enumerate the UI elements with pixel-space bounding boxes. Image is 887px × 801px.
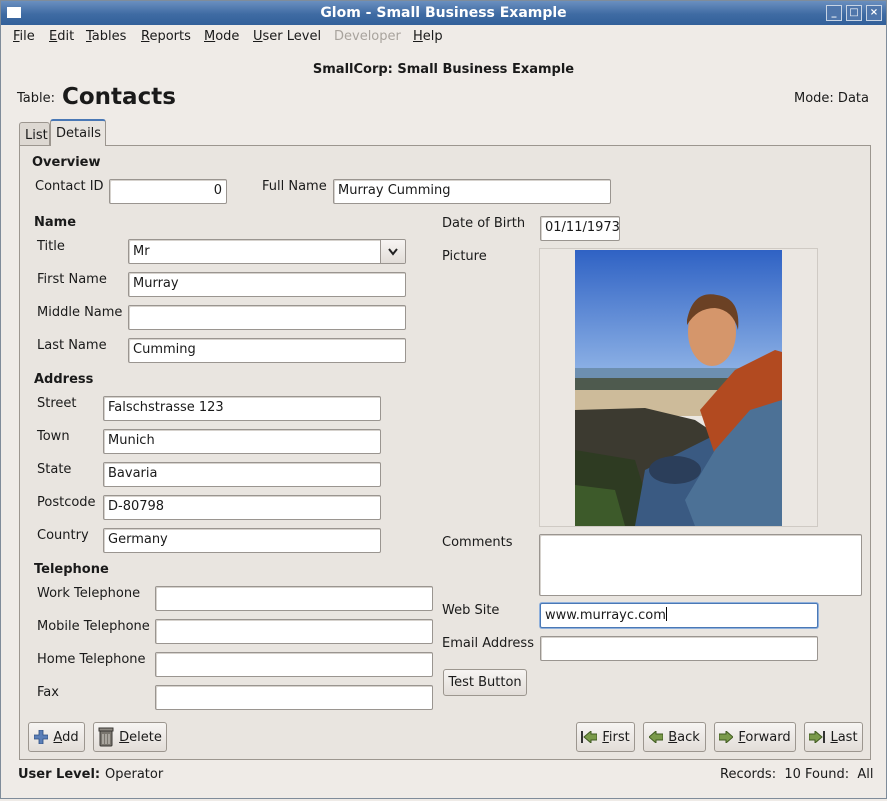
forward-button-label: Forward	[738, 729, 791, 745]
full-name-label: Full Name	[262, 179, 327, 194]
town-field[interactable]: Munich	[103, 429, 381, 454]
telephone-heading: Telephone	[34, 562, 109, 577]
picture-label: Picture	[442, 249, 487, 264]
user-level-status-value: Operator	[105, 767, 164, 782]
last-button-label: Last	[830, 729, 858, 745]
user-level-status-label: User Level:	[18, 767, 101, 782]
last-button[interactable]: Last	[804, 722, 863, 752]
name-heading: Name	[34, 215, 77, 230]
delete-button-label: Delete	[119, 729, 162, 745]
add-button[interactable]: Add	[28, 722, 85, 752]
go-first-icon	[581, 731, 598, 743]
middle-name-label: Middle Name	[37, 305, 123, 320]
trash-icon	[98, 727, 114, 747]
details-panel: Overview Contact ID 0 Full Name Murray C…	[19, 145, 871, 760]
test-button[interactable]: Test Button	[443, 669, 527, 696]
first-button[interactable]: First	[576, 722, 635, 752]
email-label: Email Address	[442, 636, 534, 651]
middle-name-field[interactable]	[128, 305, 406, 330]
website-label: Web Site	[442, 603, 500, 618]
fax-label: Fax	[37, 685, 59, 700]
country-field[interactable]: Germany	[103, 528, 381, 553]
street-field[interactable]: Falschstrasse 123	[103, 396, 381, 421]
back-button[interactable]: Back	[643, 722, 706, 752]
dob-label: Date of Birth	[442, 216, 526, 231]
first-name-field[interactable]: Murray	[128, 272, 406, 297]
contact-id-label: Contact ID	[35, 179, 104, 194]
title-label: Title	[37, 239, 65, 254]
home-telephone-label: Home Telephone	[37, 652, 146, 667]
title-combo[interactable]: Mr	[128, 239, 406, 264]
country-label: Country	[37, 528, 89, 543]
last-name-field[interactable]: Cumming	[128, 338, 406, 363]
fax-field[interactable]	[155, 685, 433, 710]
text-cursor	[665, 607, 667, 621]
work-telephone-label: Work Telephone	[37, 586, 141, 601]
forward-button[interactable]: Forward	[714, 722, 796, 752]
picture-frame[interactable]	[539, 248, 818, 527]
street-label: Street	[37, 396, 77, 411]
address-heading: Address	[34, 372, 94, 387]
email-field[interactable]	[540, 636, 818, 661]
dob-field[interactable]: 01/11/1973	[540, 216, 620, 241]
first-name-label: First Name	[37, 272, 107, 287]
go-last-icon	[809, 731, 826, 743]
comments-label: Comments	[442, 535, 513, 550]
postcode-label: Postcode	[37, 495, 96, 510]
website-field[interactable]: www.murrayc.com	[540, 603, 818, 628]
comments-field[interactable]	[539, 534, 862, 596]
overview-heading: Overview	[32, 155, 101, 170]
first-button-label: First	[602, 729, 630, 745]
add-button-label: Add	[53, 729, 79, 745]
state-label: State	[37, 462, 72, 477]
contact-photo	[575, 250, 782, 526]
plus-icon	[34, 730, 49, 744]
go-back-icon	[649, 731, 664, 743]
mobile-telephone-field[interactable]	[155, 619, 433, 644]
state-field[interactable]: Bavaria	[103, 462, 381, 487]
back-button-label: Back	[668, 729, 700, 745]
app-window: Glom - Small Business Example _ □ × File…	[0, 0, 887, 799]
tab-details[interactable]: Details	[50, 119, 106, 146]
contact-id-field[interactable]: 0	[109, 179, 227, 204]
records-status: Records: 10 Found: All	[720, 767, 874, 782]
title-value: Mr	[133, 244, 150, 259]
chevron-down-icon[interactable]	[380, 240, 405, 263]
home-telephone-field[interactable]	[155, 652, 433, 677]
mobile-telephone-label: Mobile Telephone	[37, 619, 150, 634]
postcode-field[interactable]: D-80798	[103, 495, 381, 520]
town-label: Town	[37, 429, 70, 444]
work-telephone-field[interactable]	[155, 586, 433, 611]
last-name-label: Last Name	[37, 338, 107, 353]
delete-button[interactable]: Delete	[93, 722, 167, 752]
full-name-field[interactable]: Murray Cumming	[333, 179, 611, 204]
go-forward-icon	[719, 731, 734, 743]
website-value: www.murrayc.com	[545, 608, 666, 623]
